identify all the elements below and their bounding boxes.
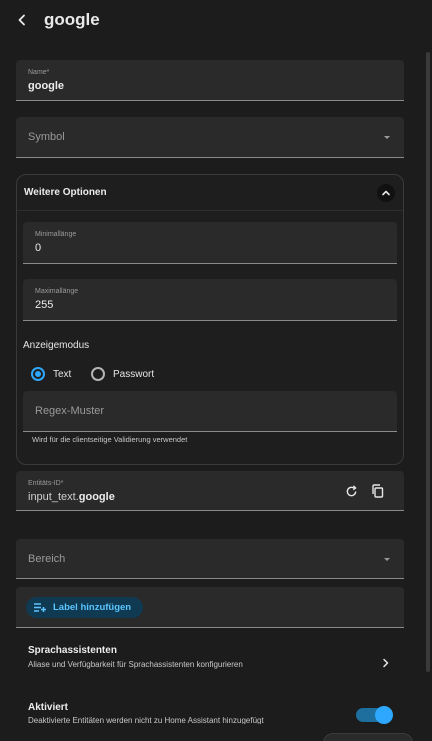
radio-password[interactable]: Passwort bbox=[91, 367, 154, 381]
regex-helper-text: Wird für die clientseitige Validierung v… bbox=[32, 435, 188, 444]
area-select[interactable]: Bereich bbox=[16, 539, 404, 579]
copy-icon bbox=[371, 484, 383, 498]
entity-id-label: Entitäts-ID* bbox=[28, 480, 64, 487]
chevron-right-icon bbox=[382, 655, 390, 673]
toggle-knob bbox=[375, 706, 393, 724]
radio-password-label: Passwort bbox=[113, 368, 155, 380]
more-options-header[interactable]: Weitere Optionen bbox=[17, 175, 403, 211]
save-button[interactable] bbox=[323, 733, 413, 741]
page-title: google bbox=[44, 10, 100, 29]
radio-text[interactable]: Text bbox=[31, 367, 71, 381]
max-length-field[interactable]: Maximallänge 255 bbox=[23, 279, 397, 321]
more-options-panel: Weitere Optionen Minimallänge 0 Maximall… bbox=[16, 174, 404, 465]
radio-button-checked[interactable] bbox=[31, 367, 45, 381]
radio-button-unchecked[interactable] bbox=[91, 367, 105, 381]
max-length-value: 255 bbox=[35, 299, 54, 311]
name-field-value: google bbox=[28, 80, 65, 92]
regex-field[interactable]: Regex-Muster bbox=[23, 391, 397, 432]
display-mode-label: Anzeigemodus bbox=[23, 340, 90, 351]
radio-text-label: Text bbox=[53, 368, 72, 380]
more-options-title: Weitere Optionen bbox=[24, 187, 107, 198]
restore-button[interactable] bbox=[342, 482, 360, 500]
symbol-placeholder: Symbol bbox=[28, 131, 65, 143]
min-length-value: 0 bbox=[35, 242, 42, 254]
chevron-up-icon bbox=[382, 190, 390, 195]
add-label-text: Label hinzufügen bbox=[53, 602, 132, 613]
name-field-label: Name* bbox=[28, 69, 50, 76]
regex-placeholder: Regex-Muster bbox=[35, 405, 105, 417]
min-length-field[interactable]: Minimallänge 0 bbox=[23, 222, 397, 264]
area-placeholder: Bereich bbox=[28, 553, 66, 565]
entity-id-object: google bbox=[78, 491, 115, 503]
enabled-subtitle: Deaktivierte Entitäten werden nicht zu H… bbox=[28, 716, 264, 724]
enabled-row: Aktiviert Deaktivierte Entitäten werden … bbox=[16, 702, 346, 724]
enabled-toggle[interactable] bbox=[356, 706, 393, 724]
app-header: google bbox=[0, 0, 432, 40]
voice-assistants-row[interactable]: Sprachassistenten Aliase und Verfügbarke… bbox=[16, 645, 404, 677]
max-length-label: Maximallänge bbox=[35, 288, 79, 295]
menu-down-icon bbox=[384, 558, 390, 561]
collapse-button[interactable] bbox=[377, 183, 395, 202]
name-field[interactable]: Name* google bbox=[16, 60, 404, 101]
enabled-title: Aktiviert bbox=[28, 702, 69, 713]
restore-icon bbox=[346, 484, 356, 496]
back-button[interactable] bbox=[8, 6, 36, 34]
symbol-select[interactable]: Symbol bbox=[16, 117, 404, 158]
min-length-label: Minimallänge bbox=[35, 231, 77, 238]
voice-assistants-title: Sprachassistenten bbox=[28, 645, 117, 656]
menu-down-icon bbox=[384, 136, 390, 139]
label-add-icon bbox=[34, 603, 46, 612]
add-label-button[interactable]: Label hinzufügen bbox=[26, 597, 143, 618]
arrow-left-icon bbox=[18, 14, 25, 26]
voice-assistants-subtitle: Aliase und Verfügbarkeit für Sprachassis… bbox=[28, 660, 243, 669]
entity-id-field[interactable]: Entitäts-ID* input_text.google bbox=[16, 471, 404, 511]
copy-button[interactable] bbox=[368, 482, 386, 500]
entity-id-value: input_text.google bbox=[28, 491, 115, 503]
scrollbar[interactable] bbox=[426, 52, 430, 672]
entity-id-prefix: input_text. bbox=[28, 491, 79, 503]
